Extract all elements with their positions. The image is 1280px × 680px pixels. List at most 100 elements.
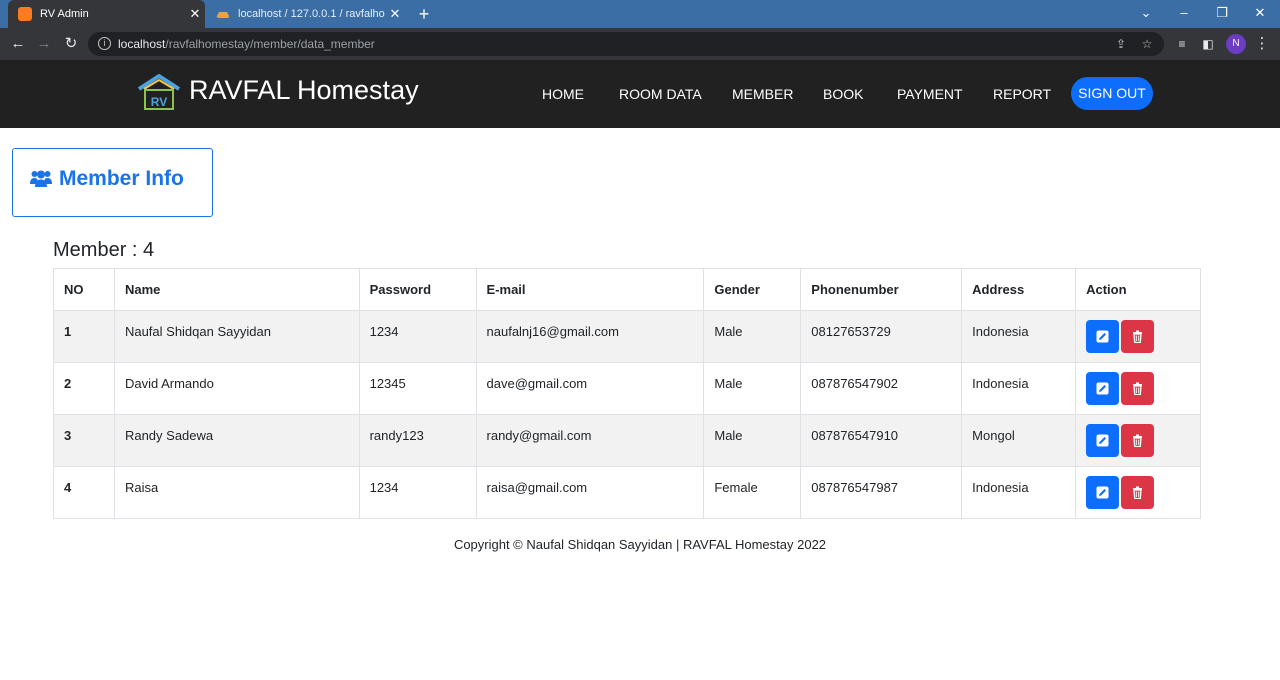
delete-button[interactable] (1121, 476, 1155, 509)
nav-payment[interactable]: PAYMENT (897, 86, 963, 102)
delete-button[interactable] (1121, 424, 1155, 457)
nav-room-data[interactable]: ROOM DATA (619, 86, 702, 102)
trash-icon (1133, 330, 1143, 343)
phpmyadmin-favicon-icon (216, 10, 230, 18)
site-info-icon[interactable]: i (98, 37, 111, 50)
minimize-icon[interactable]: – (1166, 0, 1202, 28)
close-window-icon[interactable]: ✕ (1242, 0, 1278, 28)
edit-icon (1096, 434, 1109, 447)
card-title: Member Info (59, 167, 184, 190)
new-tab-icon[interactable]: + (413, 4, 435, 24)
edit-button[interactable] (1086, 320, 1120, 353)
browser-menu-icon[interactable]: ⋮ (1252, 34, 1272, 54)
cell-email: dave@gmail.com (475, 362, 705, 415)
nav-report[interactable]: REPORT (993, 86, 1051, 102)
cell-no: 1 (53, 310, 115, 363)
cell-email: raisa@gmail.com (475, 466, 705, 519)
cell-name: David Armando (113, 362, 360, 415)
table-row: 2 David Armando 12345 dave@gmail.com Mal… (53, 362, 1201, 415)
member-count-heading: Member : 4 (53, 239, 155, 261)
column-header-password: Password (358, 268, 477, 311)
cell-password: randy123 (358, 414, 477, 467)
cell-action (1075, 362, 1201, 415)
delete-button[interactable] (1121, 320, 1155, 353)
edit-icon (1096, 330, 1109, 343)
browser-toolbar: ← → ↻ i localhost/ravfalhomestay/member/… (0, 28, 1280, 60)
cell-name: Naufal Shidqan Sayyidan (113, 310, 360, 363)
cell-password: 12345 (358, 362, 477, 415)
trash-icon (1133, 486, 1143, 499)
nav-home[interactable]: HOME (542, 86, 584, 102)
cell-no: 2 (53, 362, 115, 415)
cell-password: 1234 (358, 466, 477, 519)
cell-no: 4 (53, 466, 115, 519)
profile-avatar[interactable]: N (1226, 34, 1246, 54)
column-header-gender: Gender (703, 268, 802, 311)
trash-icon (1133, 382, 1143, 395)
cell-gender: Male (703, 310, 802, 363)
edit-button[interactable] (1086, 476, 1120, 509)
column-header-action: Action (1075, 268, 1201, 311)
browser-tab-strip: RV Admin ✕ localhost / 127.0.0.1 / ravfa… (0, 0, 1280, 28)
cell-gender: Male (703, 362, 802, 415)
close-tab-icon[interactable]: ✕ (185, 6, 205, 22)
cell-action (1075, 414, 1201, 467)
cell-no: 3 (53, 414, 115, 467)
members-table: NO Name Password E-mail Gender Phonenumb… (53, 268, 1201, 519)
nav-book[interactable]: BOOK (823, 86, 863, 102)
cell-action (1075, 466, 1201, 519)
cell-name: Randy Sadewa (113, 414, 360, 467)
reload-icon[interactable]: ↻ (61, 34, 81, 54)
trash-icon (1133, 434, 1143, 447)
page-footer: Copyright © Naufal Shidqan Sayyidan | RA… (453, 537, 827, 552)
close-tab-icon[interactable]: ✕ (385, 6, 405, 22)
back-icon[interactable]: ← (8, 34, 28, 54)
browser-tab-rv-admin[interactable]: RV Admin ✕ (8, 0, 205, 28)
cell-phonenumber: 087876547987 (800, 466, 963, 519)
edit-icon (1096, 486, 1109, 499)
column-header-email: E-mail (475, 268, 705, 311)
tab-search-icon[interactable]: ⌄ (1128, 0, 1164, 28)
tab-title: RV Admin (40, 8, 89, 20)
table-header-row: NO Name Password E-mail Gender Phonenumb… (53, 268, 1201, 311)
member-info-card: Member Info (12, 148, 213, 217)
browser-tab-phpmyadmin[interactable]: localhost / 127.0.0.1 / ravfalhome ✕ (208, 0, 405, 28)
homestay-logo-icon[interactable]: RV (136, 73, 182, 111)
url-text: localhost/ravfalhomestay/member/data_mem… (118, 37, 375, 51)
cell-address: Mongol (961, 414, 1077, 467)
delete-button[interactable] (1121, 372, 1155, 405)
sign-out-button[interactable]: SIGN OUT (1071, 77, 1153, 110)
cell-address: Indonesia (961, 310, 1077, 363)
column-header-name: Name (113, 268, 360, 311)
cell-name: Raisa (113, 466, 360, 519)
cell-phonenumber: 087876547902 (800, 362, 963, 415)
users-icon (30, 170, 52, 187)
media-control-icon[interactable]: ≡ (1172, 34, 1192, 54)
brand-name[interactable]: RAVFAL Homestay (189, 75, 419, 106)
cell-password: 1234 (358, 310, 477, 363)
column-header-address: Address (961, 268, 1077, 311)
cell-phonenumber: 087876547910 (800, 414, 963, 467)
table-row: 4 Raisa 1234 raisa@gmail.com Female 0878… (53, 466, 1201, 519)
side-panel-icon[interactable]: ◧ (1198, 34, 1218, 54)
share-icon[interactable]: ⇪ (1112, 35, 1130, 53)
nav-member[interactable]: MEMBER (732, 86, 793, 102)
address-bar[interactable]: i localhost/ravfalhomestay/member/data_m… (88, 32, 1164, 56)
column-header-phonenumber: Phonenumber (800, 268, 963, 311)
edit-button[interactable] (1086, 372, 1120, 405)
cell-action (1075, 310, 1201, 363)
tab-title: localhost / 127.0.0.1 / ravfalhome (238, 8, 385, 20)
cell-address: Indonesia (961, 362, 1077, 415)
forward-icon[interactable]: → (34, 34, 54, 54)
cell-gender: Female (703, 466, 802, 519)
bookmark-star-icon[interactable]: ☆ (1138, 35, 1156, 53)
table-row: 1 Naufal Shidqan Sayyidan 1234 naufalnj1… (53, 310, 1201, 363)
edit-icon (1096, 382, 1109, 395)
edit-button[interactable] (1086, 424, 1120, 457)
maximize-icon[interactable]: ❐ (1204, 0, 1240, 28)
cell-address: Indonesia (961, 466, 1077, 519)
svg-text:RV: RV (151, 95, 167, 109)
xampp-favicon-icon (18, 7, 32, 21)
cell-email: naufalnj16@gmail.com (475, 310, 705, 363)
table-row: 3 Randy Sadewa randy123 randy@gmail.com … (53, 414, 1201, 467)
